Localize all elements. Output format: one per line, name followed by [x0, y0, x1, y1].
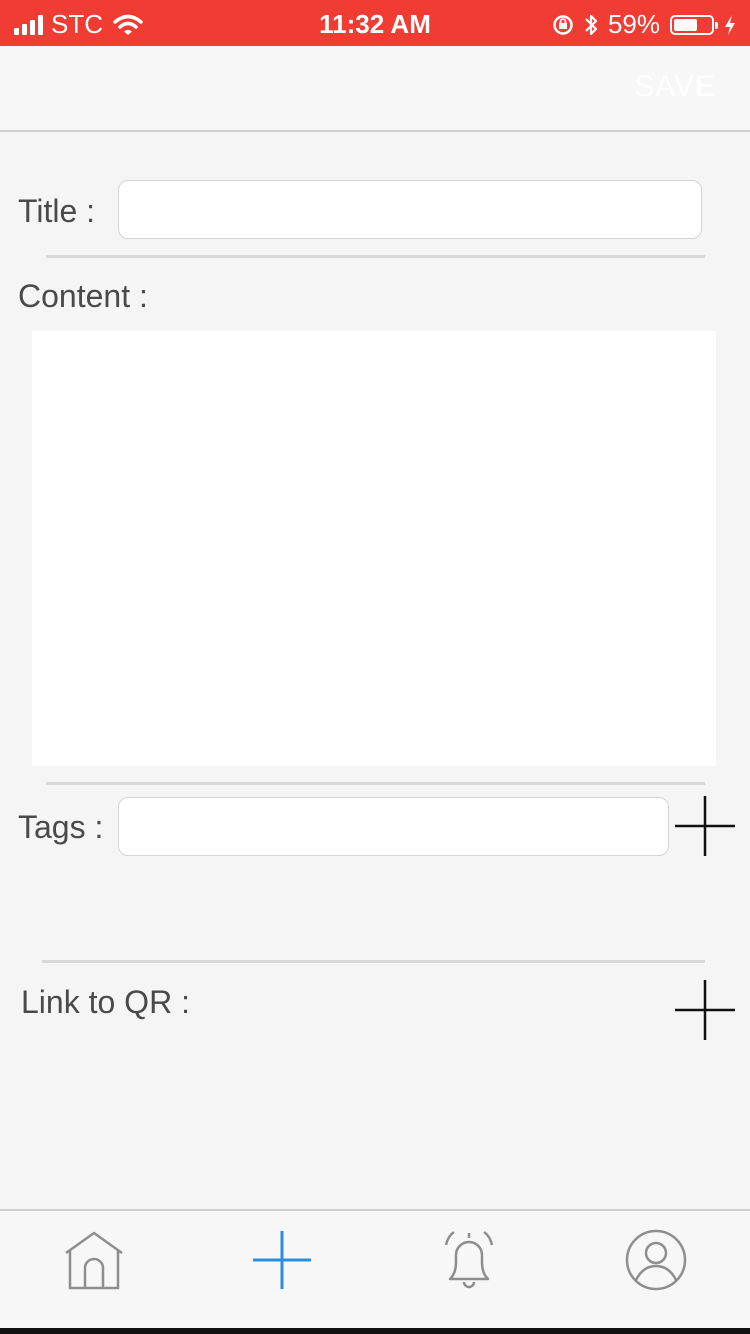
bell-icon [444, 1230, 494, 1289]
add-tag-button[interactable] [675, 796, 735, 856]
content-label: Content : [18, 278, 148, 314]
tab-profile[interactable] [621, 1225, 691, 1295]
plus-icon [675, 796, 735, 856]
title-label: Title : [18, 193, 96, 229]
battery-icon [670, 14, 718, 35]
plus-icon [253, 1231, 311, 1289]
content-textarea[interactable] [32, 331, 716, 766]
bluetooth-icon [585, 14, 598, 35]
profile-icon [625, 1229, 687, 1291]
charging-bolt-icon [725, 14, 735, 35]
tab-notifications[interactable] [434, 1225, 504, 1295]
plus-icon [675, 980, 735, 1040]
tab-add[interactable] [247, 1225, 317, 1295]
rotation-lock-icon [553, 14, 573, 35]
screen-bottom-edge [0, 1328, 750, 1334]
tags-label: Tags : [18, 809, 104, 845]
tags-input[interactable] [118, 797, 669, 856]
home-icon [65, 1231, 123, 1290]
status-bar: STC 11:32 AM 59% [0, 0, 750, 46]
tab-home[interactable] [59, 1225, 129, 1295]
qr-label: Link to QR : [21, 984, 190, 1020]
tab-bar [0, 1209, 750, 1328]
divider-content [46, 782, 705, 785]
divider-title [46, 255, 705, 258]
title-input[interactable] [118, 180, 702, 239]
divider-tags [42, 960, 705, 963]
save-button[interactable]: SAVE [634, 70, 716, 104]
battery-percent: 59% [607, 9, 660, 39]
add-qr-button[interactable] [675, 980, 735, 1040]
status-right-group: 59% [552, 9, 736, 40]
nav-bar: SAVE [0, 46, 750, 132]
